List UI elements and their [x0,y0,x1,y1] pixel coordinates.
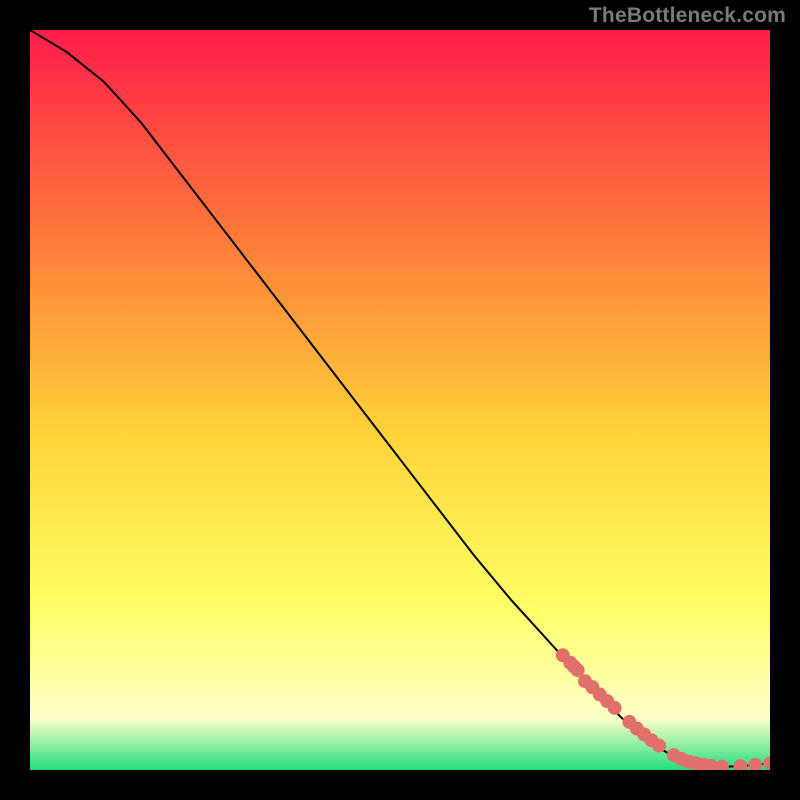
chart-frame: TheBottleneck.com [0,0,800,800]
data-marker [652,739,666,753]
gradient-background [30,30,770,770]
plot-area [30,30,770,770]
watermark-label: TheBottleneck.com [589,4,786,28]
data-marker [608,701,622,715]
plot-svg [30,30,770,770]
